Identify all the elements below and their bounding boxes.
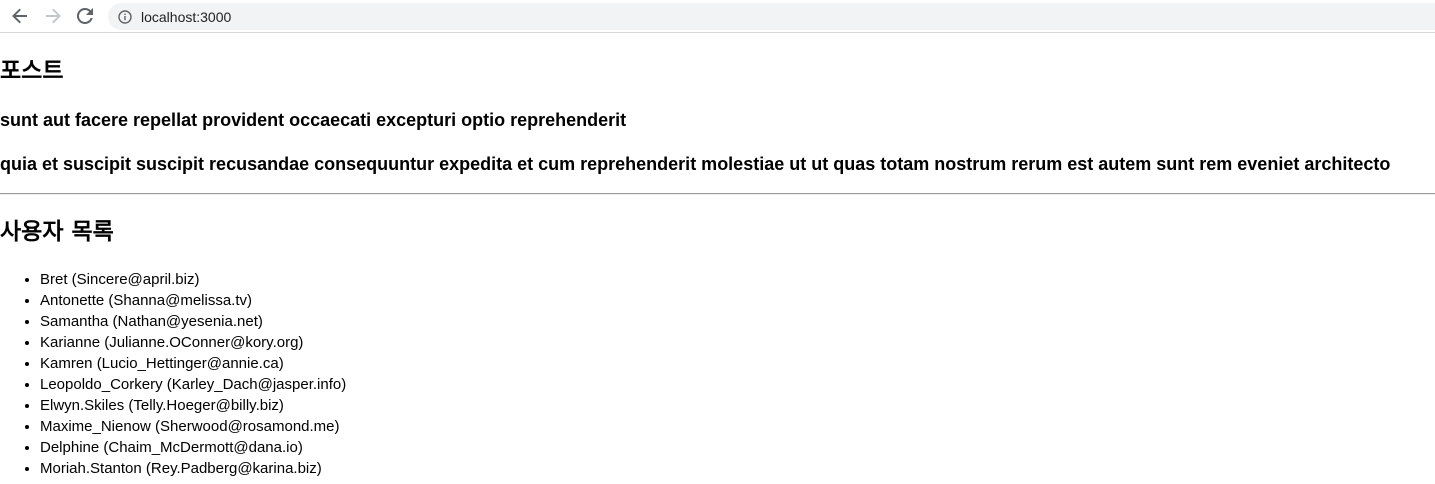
arrow-right-icon	[46, 8, 61, 24]
posts-heading: 포스트	[0, 58, 64, 84]
user-list: Bret (Sincere@april.biz) Antonette (Shan…	[0, 269, 346, 479]
divider	[0, 193, 1435, 195]
info-icon[interactable]	[118, 9, 132, 24]
address-bar[interactable]: localhost:3000	[108, 3, 1435, 30]
reload-icon	[77, 8, 93, 24]
list-item: Samantha (Nathan@yesenia.net)	[40, 311, 346, 332]
list-item: Elwyn.Skiles (Telly.Hoeger@billy.biz)	[40, 395, 346, 416]
forward-button[interactable]	[41, 5, 65, 27]
url-text[interactable]: localhost:3000	[141, 9, 231, 25]
list-item: Maxime_Nienow (Sherwood@rosamond.me)	[40, 416, 346, 437]
back-button[interactable]	[8, 5, 32, 27]
arrow-left-icon	[12, 8, 27, 24]
post-body: quia et suscipit suscipit recusandae con…	[0, 154, 1391, 174]
list-item: Kamren (Lucio_Hettinger@annie.ca)	[40, 353, 346, 374]
reload-button[interactable]	[73, 5, 97, 27]
list-item: Delphine (Chaim_McDermott@dana.io)	[40, 437, 346, 458]
users-heading: 사용자 목록	[0, 219, 114, 245]
list-item: Moriah.Stanton (Rey.Padberg@karina.biz)	[40, 458, 346, 479]
list-item: Antonette (Shanna@melissa.tv)	[40, 290, 346, 311]
list-item: Bret (Sincere@april.biz)	[40, 269, 346, 290]
post-title: sunt aut facere repellat provident occae…	[0, 110, 627, 130]
browser-toolbar: localhost:3000	[0, 0, 1435, 33]
list-item: Karianne (Julianne.OConner@kory.org)	[40, 332, 346, 353]
list-item: Leopoldo_Corkery (Karley_Dach@jasper.inf…	[40, 374, 346, 395]
